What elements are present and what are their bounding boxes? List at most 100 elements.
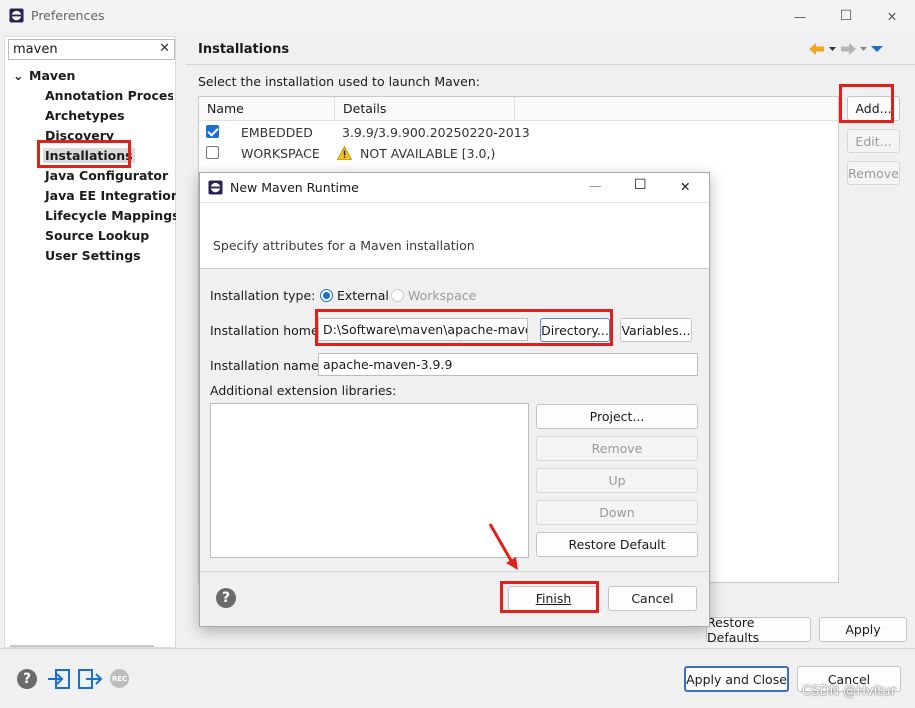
dialog-help-icon[interactable]: ? [216,588,236,608]
project-button[interactable]: Project... [536,404,698,429]
edit-button[interactable]: Edit... [847,129,900,153]
clear-filter-icon[interactable]: ✕ [159,41,170,56]
eclipse-app-icon [9,8,24,23]
dialog-cancel-button-label: Cancel [631,591,674,606]
history-nav [808,40,884,58]
tree-item-java-configurator[interactable]: Java Configurator [45,168,168,183]
minimize-icon: — [793,8,807,24]
lib-remove-button[interactable]: Remove [536,436,698,461]
row-details: 3.9.9/3.9.900.20250220-2013 [342,125,530,140]
variables-button[interactable]: Variables... [620,318,692,342]
tree-item-discovery[interactable]: Discovery [45,128,114,143]
export-icon[interactable] [77,668,103,690]
dialog-title: New Maven Runtime [230,180,359,195]
apply-and-close-label: Apply and Close [686,671,787,687]
window-title: Preferences [31,8,105,23]
filter-input[interactable]: maven ✕ [8,39,175,60]
filter-text: maven [13,42,58,57]
tree-scrollbar[interactable] [10,645,154,647]
back-dropdown-icon[interactable] [828,41,837,57]
lib-up-button-label: Up [608,473,626,488]
tree-toggle-maven[interactable]: ⌄ [13,68,23,83]
annotation-arrow-icon [488,523,518,570]
tree-item-lifecycle-mappings[interactable]: Lifecycle Mappings [45,208,180,223]
import-icon[interactable] [47,668,71,690]
dialog-close-icon[interactable]: ✕ [680,179,690,194]
variables-button-label: Variables... [621,322,691,338]
table-row[interactable]: EMBEDDED 3.9.9/3.9.900.20250220-2013 [199,122,838,143]
forward-arrow-icon[interactable] [839,41,857,57]
finish-button-label: Finish [535,591,572,606]
dialog-minimize-icon[interactable]: — [589,178,602,193]
tree-item-maven[interactable]: Maven [29,68,75,83]
row-name: WORKSPACE [241,146,320,161]
radio-workspace[interactable]: Workspace [391,288,476,303]
dialog-app-icon [208,180,223,195]
installation-home-input[interactable]: D:\Software\maven\apache-maven-3.9.9 [318,318,528,341]
close-button[interactable]: ✕ [869,0,915,32]
installation-home-label: Installation home: [210,323,323,338]
dialog-footer: ? Finish Cancel [200,571,709,626]
dialog-header: Specify attributes for a Maven installat… [200,203,709,269]
dialog-title-bar: New Maven Runtime — ☐ ✕ [200,173,709,203]
maximize-icon: ☐ [839,8,853,24]
add-button[interactable]: Add... [847,96,900,121]
maximize-button[interactable]: ☐ [823,0,869,32]
apply-and-close-button[interactable]: Apply and Close [684,666,789,692]
restore-default-button-label: Restore Default [568,537,666,552]
lib-up-button[interactable]: Up [536,468,698,493]
lib-down-button-label: Down [599,505,635,520]
record-icon[interactable]: REC [110,669,129,688]
page-description: Select the installation used to launch M… [198,74,480,89]
warning-icon [337,146,352,160]
tree-item-archetypes[interactable]: Archetypes [45,108,125,123]
window-title-bar: Preferences — ☐ ✕ [0,0,915,32]
radio-external[interactable]: External [320,288,389,303]
radio-workspace-label: Workspace [407,288,477,303]
remove-button[interactable]: Remove [847,161,900,185]
restore-defaults-button[interactable]: Restore Defaults [706,615,811,645]
extension-libraries-label: Additional extension libraries: [210,383,397,398]
tree-item-java-ee-integration[interactable]: Java EE Integration [45,188,180,203]
watermark: CSDN @Hvitur [802,684,896,699]
installation-name-label: Installation name: [210,358,323,373]
row-name: EMBEDDED [241,125,313,140]
apply-button-label: Apply [845,622,881,637]
close-icon: ✕ [886,8,898,24]
finish-button[interactable]: Finish [508,586,599,611]
add-button-label: Add... [855,101,892,116]
radio-external-indicator[interactable] [320,289,333,302]
lib-remove-button-label: Remove [591,441,643,456]
back-arrow-icon[interactable] [808,41,826,57]
page-title: Installations [198,42,290,57]
extension-libraries-list[interactable] [210,403,529,558]
restore-default-button[interactable]: Restore Default [536,532,698,557]
tree-item-user-settings[interactable]: User Settings [45,248,141,263]
tree-item-source-lookup[interactable]: Source Lookup [45,228,149,243]
dialog-cancel-button[interactable]: Cancel [608,586,697,611]
column-header-details[interactable]: Details [335,97,515,121]
lib-down-button[interactable]: Down [536,500,698,525]
apply-button[interactable]: Apply [819,617,907,642]
column-header-name[interactable]: Name [199,97,335,121]
row-checkbox-workspace[interactable] [206,146,219,159]
remove-button-label: Remove [848,165,899,181]
directory-button-label: Directory... [541,322,609,338]
radio-workspace-indicator[interactable] [391,289,404,302]
dialog-header-text: Specify attributes for a Maven installat… [213,238,475,253]
row-checkbox-embedded[interactable] [206,125,219,138]
minimize-button[interactable]: — [777,0,823,32]
new-maven-runtime-dialog: New Maven Runtime — ☐ ✕ Specify attribut… [199,172,710,627]
help-icon[interactable]: ? [17,669,37,689]
installation-name-input[interactable]: apache-maven-3.9.9 [318,353,698,376]
tree-item-installations[interactable]: Installations [43,148,135,163]
table-row[interactable]: WORKSPACE NOT AVAILABLE [3.0,) [199,143,838,164]
tree-item-annotation-processing[interactable]: Annotation Processin [45,88,173,103]
dialog-maximize-icon[interactable]: ☐ [634,177,647,193]
forward-dropdown-icon[interactable] [859,41,868,57]
column-header-filler [515,97,838,121]
directory-button[interactable]: Directory... [540,318,610,342]
row-details: NOT AVAILABLE [3.0,) [360,146,496,161]
panel-splitter[interactable] [176,36,186,648]
view-menu-icon[interactable] [870,41,884,57]
